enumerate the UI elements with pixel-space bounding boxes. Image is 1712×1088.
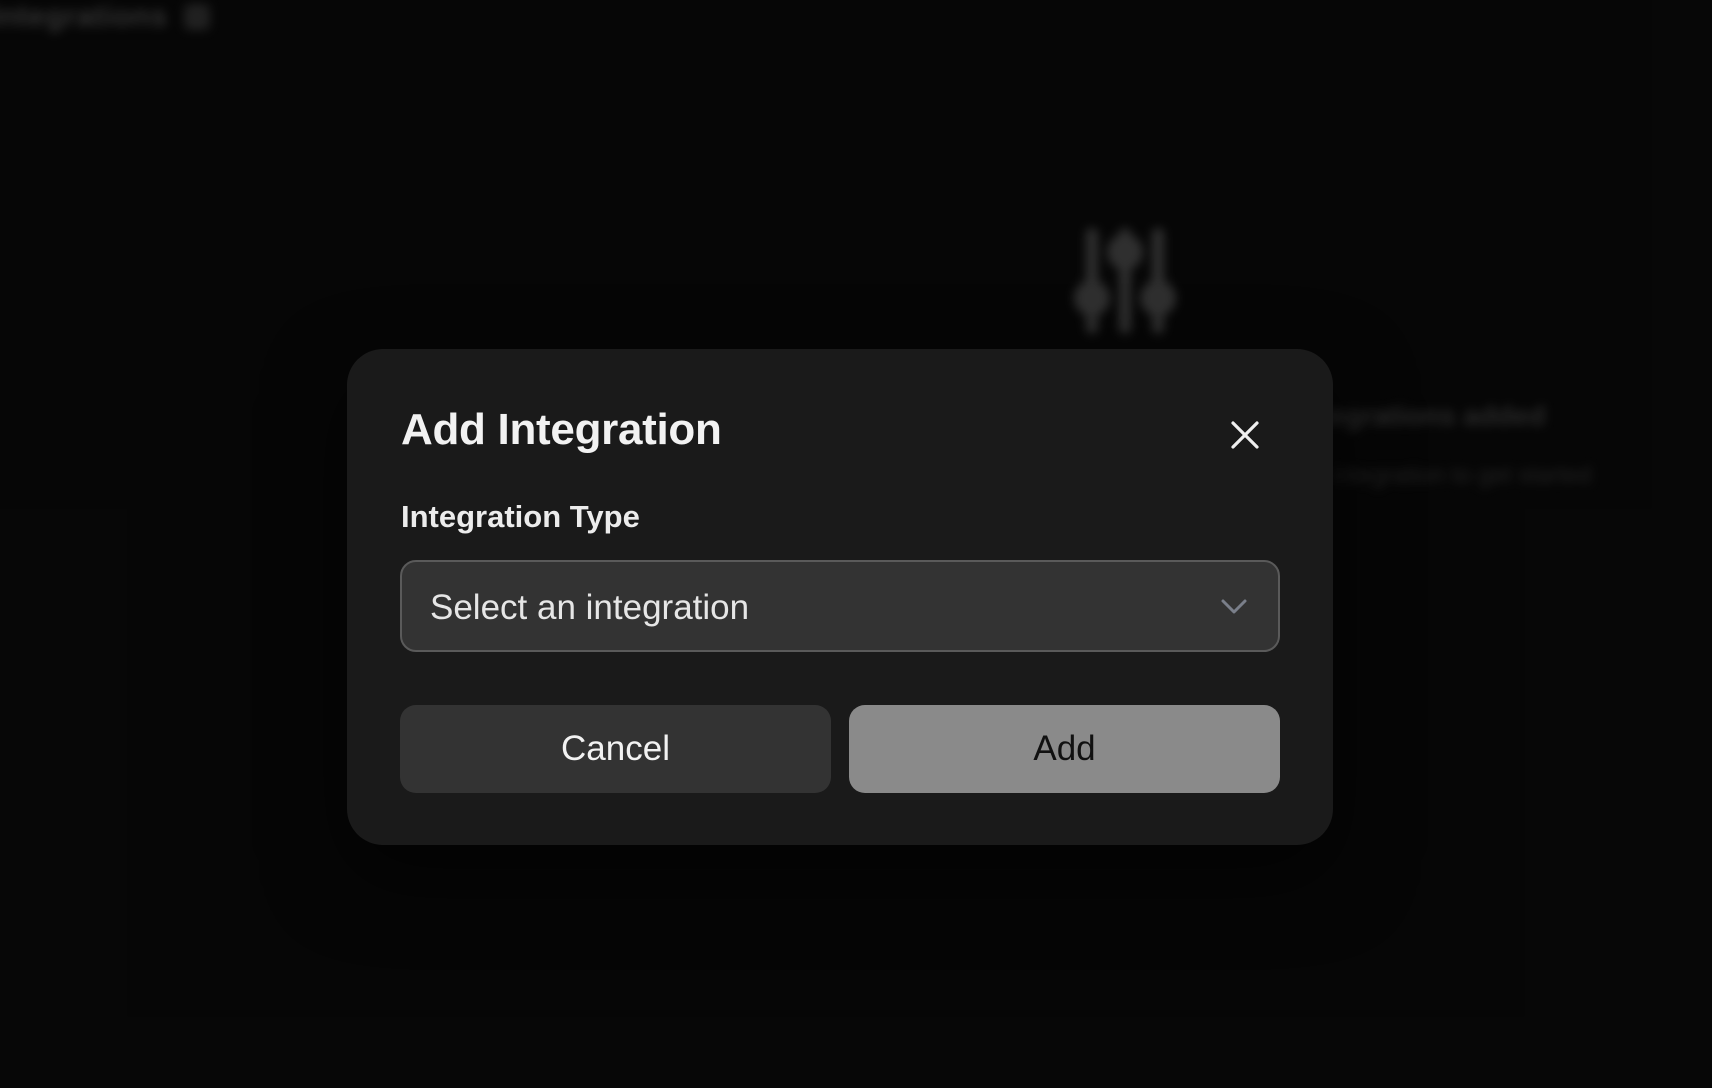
integration-type-label: Integration Type [401, 499, 640, 534]
chevron-down-icon [1221, 599, 1247, 614]
close-icon [1231, 421, 1259, 449]
dialog-title: Add Integration [401, 405, 722, 454]
close-button[interactable] [1219, 409, 1271, 461]
cancel-button[interactable]: Cancel [400, 705, 831, 793]
add-integration-dialog: Add Integration Integration Type Select … [347, 349, 1333, 845]
add-button[interactable]: Add [849, 705, 1280, 793]
integration-type-select[interactable]: Select an integration [400, 560, 1280, 652]
select-value: Select an integration [430, 588, 750, 627]
